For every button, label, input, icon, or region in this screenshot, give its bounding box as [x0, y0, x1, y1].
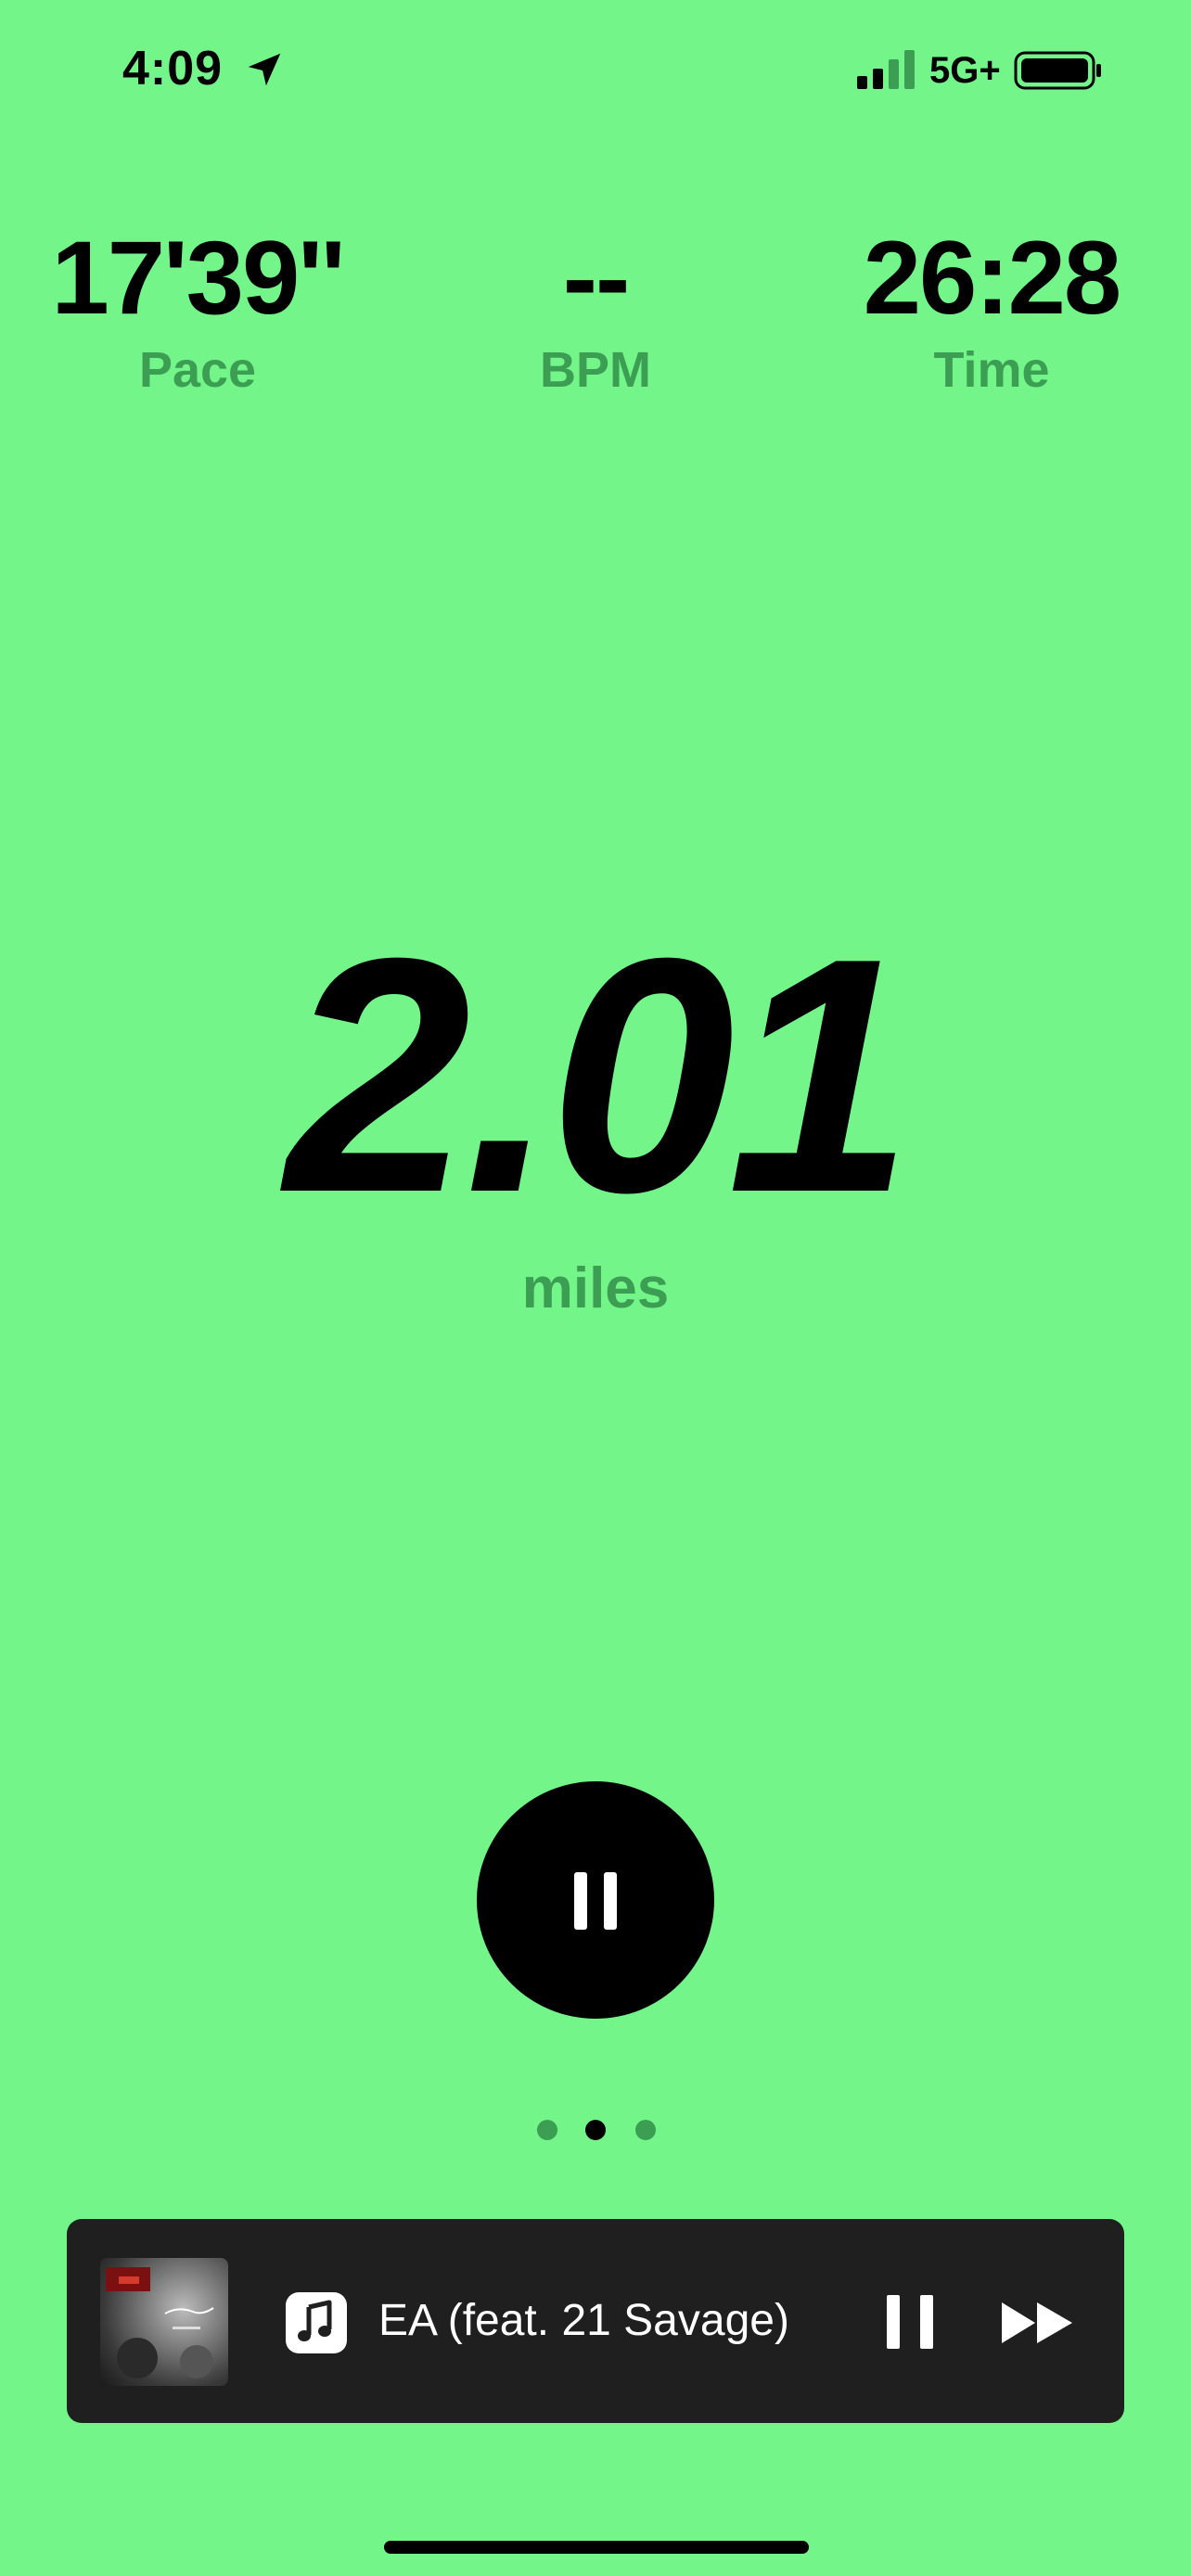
page-dot[interactable] [585, 2120, 606, 2140]
status-time: 4:09 [122, 42, 224, 96]
pace-metric: 17'39'' Pace [3, 223, 392, 402]
pace-label: Pace [138, 342, 257, 398]
home-indicator[interactable] [384, 2541, 809, 2554]
now-playing-bar[interactable]: EA (feat. 21 Savage) [67, 2219, 1124, 2423]
fast-forward-icon[interactable] [998, 2297, 1078, 2349]
bpm-label: BPM [540, 342, 651, 398]
pace-value: 17'39'' [51, 220, 345, 336]
bpm-metric: -- BPM [401, 223, 790, 402]
distance-value: 2.01 [285, 889, 914, 1262]
page-dot[interactable] [537, 2120, 557, 2140]
cellular-signal-icon [857, 50, 915, 89]
status-bar: 4:09 5G+ [0, 0, 1191, 139]
pause-workout-button[interactable] [477, 1781, 714, 2019]
music-note-icon [286, 2292, 347, 2353]
time-value: 26:28 [863, 220, 1121, 336]
time-metric: 26:28 Time [797, 223, 1186, 402]
page-dot[interactable] [635, 2120, 656, 2140]
player-pause-button[interactable] [877, 2289, 942, 2354]
page-indicator[interactable] [0, 2120, 1191, 2144]
time-label: Time [933, 342, 1050, 398]
album-art [100, 2258, 228, 2386]
track-title: EA (feat. 21 Savage) [378, 2296, 789, 2345]
network-type: 5G+ [929, 50, 1001, 91]
location-arrow-icon [248, 53, 281, 86]
bpm-value: -- [562, 220, 631, 336]
battery-icon [1014, 51, 1101, 90]
distance-unit: miles [521, 1256, 670, 1320]
